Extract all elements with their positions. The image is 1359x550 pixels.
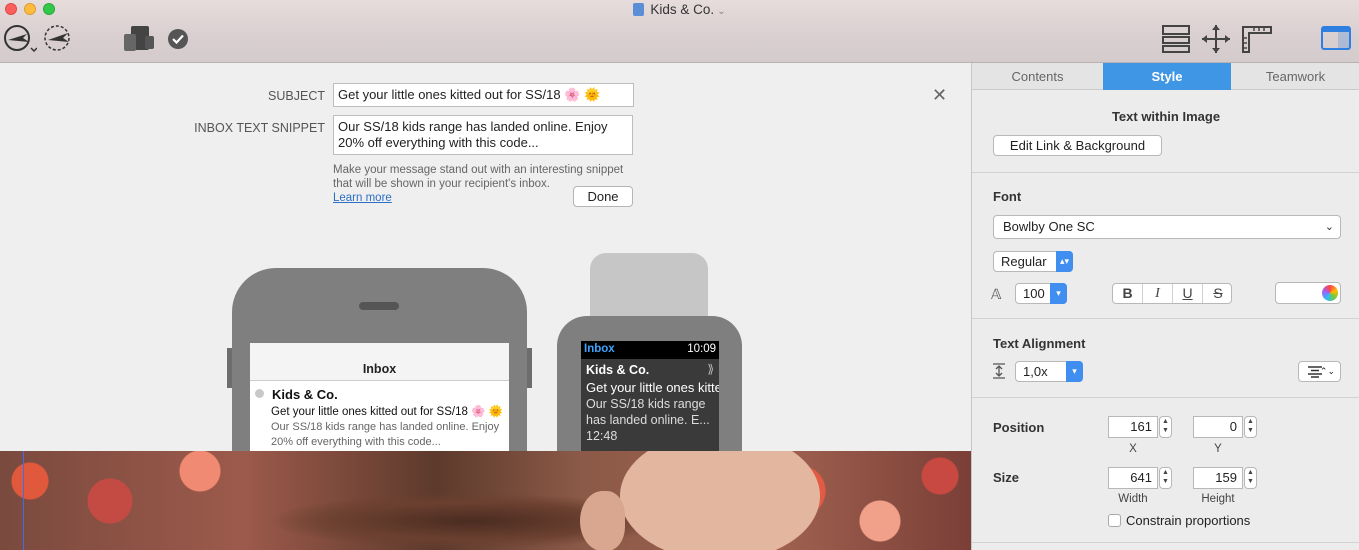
watch-screen: Inbox 10:09 Kids & Co. ⟫ Get your little… <box>581 341 719 451</box>
watch-snippet: Our SS/18 kids range has landed online. … <box>586 397 710 427</box>
section-title: Text within Image <box>1111 109 1221 124</box>
line-spacing-icon <box>992 363 1006 382</box>
font-size-select[interactable]: 100 ▾ <box>1015 283 1067 304</box>
send-test-icon[interactable] <box>3 24 37 54</box>
watch-clock: 10:09 <box>687 343 716 355</box>
font-weight-select[interactable]: Regular ▴▾ <box>993 251 1073 272</box>
divider <box>972 397 1359 398</box>
watch-subject: Get your little ones kitted out <box>586 380 719 395</box>
unread-dot-icon <box>255 389 264 398</box>
tab-style[interactable]: Style <box>1103 63 1231 90</box>
watch-received-time: 12:48 <box>586 429 618 443</box>
snippet-label: INBOX TEXT SNIPPET <box>194 121 325 135</box>
chevron-down-icon: ⌄ <box>717 6 726 17</box>
alignment-heading: Text Alignment <box>993 336 1086 351</box>
selection-guide-line <box>23 451 24 550</box>
phone-subject: Get your little ones kitted out for SS/1… <box>271 406 503 418</box>
chevron-down-icon: ▾ <box>1050 283 1067 304</box>
size-height-stepper[interactable]: ▲ ▼ <box>1244 467 1257 489</box>
close-icon[interactable]: ✕ <box>932 86 947 104</box>
position-y-field[interactable]: 0 <box>1193 416 1243 438</box>
text-format-group: B I U S <box>1112 283 1232 304</box>
size-width-label: Width <box>1118 493 1148 505</box>
inspector-panel-icon[interactable] <box>1320 24 1352 54</box>
subject-label: SUBJECT <box>268 89 325 103</box>
underline-button[interactable]: U <box>1173 284 1203 303</box>
color-wheel-icon[interactable] <box>1322 285 1338 301</box>
phone-inbox-header: Inbox <box>250 343 509 381</box>
position-x-stepper[interactable]: ▲ ▼ <box>1159 416 1172 438</box>
snippet-field[interactable]: Our SS/18 kids range has landed online. … <box>333 115 633 155</box>
learn-more-link[interactable]: Learn more <box>333 192 392 204</box>
up-down-arrows-icon: ⌃⌄ <box>1319 366 1335 376</box>
phone-speaker <box>359 302 399 310</box>
size-height-label: Height <box>1201 493 1235 505</box>
email-editor: SUBJECT Get your little ones kitted out … <box>0 63 971 550</box>
inspector-panel: Contents Style Teamwork Text within Imag… <box>971 63 1359 550</box>
up-down-arrows-icon: ▴▾ <box>1056 251 1073 272</box>
phone-button <box>527 348 532 388</box>
watch-message-card: Kids & Co. ⟫ Get your little ones kitted… <box>581 359 719 451</box>
constrain-proportions-label: Constrain proportions <box>1126 513 1251 528</box>
chevron-down-icon: ⌄ <box>1324 221 1334 233</box>
layout-icon[interactable] <box>1160 24 1192 54</box>
document-icon <box>633 3 645 16</box>
device-preview-icon[interactable] <box>121 24 157 54</box>
strikethrough-button[interactable]: S <box>1203 284 1233 303</box>
done-button[interactable]: Done <box>573 186 633 207</box>
position-x-label: X <box>1129 443 1137 455</box>
size-width-stepper[interactable]: ▲ ▼ <box>1159 467 1172 489</box>
tab-contents[interactable]: Contents <box>972 63 1103 90</box>
position-y-stepper[interactable]: ▲ ▼ <box>1244 416 1257 438</box>
position-heading: Position <box>993 420 1045 435</box>
bold-button[interactable]: B <box>1113 284 1143 303</box>
window-title[interactable]: Kids & Co. ⌄ <box>0 2 1359 17</box>
subject-field[interactable]: Get your little ones kitted out for SS/1… <box>333 83 634 107</box>
size-height-field[interactable]: 159 <box>1193 467 1243 489</box>
chevron-right-icon: ⟫ <box>707 362 714 376</box>
watch-sender: Kids & Co. <box>586 363 650 377</box>
divider <box>972 542 1359 543</box>
line-spacing-select[interactable]: 1,0x ▾ <box>1015 361 1083 382</box>
inspector-tabs: Contents Style Teamwork <box>972 63 1359 90</box>
divider <box>972 172 1359 173</box>
phone-button <box>227 348 232 388</box>
tab-teamwork[interactable]: Teamwork <box>1231 63 1359 90</box>
chevron-down-icon: ▾ <box>1066 361 1083 382</box>
ruler-icon[interactable] <box>1240 24 1274 54</box>
phone-sender: Kids & Co. <box>272 387 338 402</box>
italic-button[interactable]: I <box>1143 284 1173 303</box>
size-heading: Size <box>993 470 1020 485</box>
edit-link-background-button[interactable]: Edit Link & Background <box>993 135 1162 156</box>
hero-image[interactable] <box>0 451 971 550</box>
font-heading: Font <box>993 189 1022 204</box>
text-color-well[interactable] <box>1275 282 1341 304</box>
alignment-select[interactable]: ⌃⌄ <box>1298 361 1341 382</box>
image-ear <box>580 491 625 550</box>
image-face <box>620 451 820 550</box>
divider <box>972 318 1359 319</box>
send-campaign-icon[interactable] <box>42 24 76 54</box>
font-size-icon: 𝔸 <box>991 286 1002 302</box>
watch-inbox-label: Inbox <box>584 343 615 355</box>
position-x-field[interactable]: 161 <box>1108 416 1158 438</box>
font-family-select[interactable]: Bowlby One SC ⌄ <box>993 215 1341 239</box>
window-toolbar: Kids & Co. ⌄ <box>0 0 1359 63</box>
checkmark-icon[interactable] <box>167 28 189 50</box>
constrain-proportions-checkbox[interactable] <box>1108 514 1121 527</box>
phone-snippet: Our SS/18 kids range has landed online. … <box>271 421 500 448</box>
size-width-field[interactable]: 641 <box>1108 467 1158 489</box>
move-icon[interactable] <box>1200 24 1232 54</box>
position-y-label: Y <box>1214 443 1222 455</box>
